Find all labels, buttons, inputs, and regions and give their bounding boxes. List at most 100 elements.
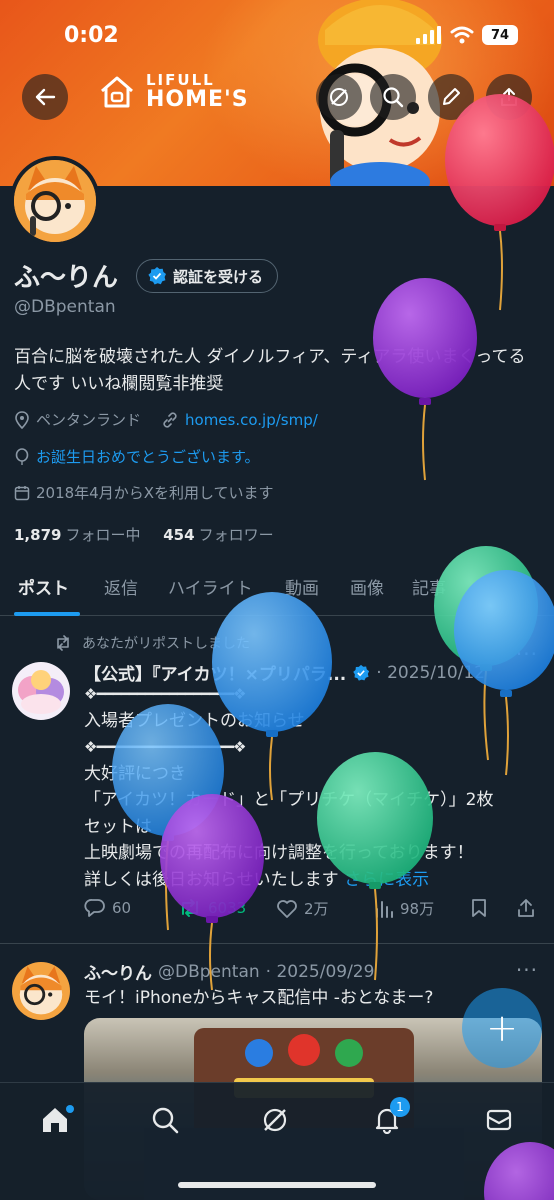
post-line: 入場者プレゼントのお知らせ xyxy=(84,710,305,731)
home-indicator xyxy=(178,1182,376,1188)
share-post-button[interactable] xyxy=(516,898,536,918)
link-icon xyxy=(163,411,177,428)
tab-images[interactable]: 画像 xyxy=(350,574,384,599)
grok-icon xyxy=(263,1108,287,1132)
reply-icon xyxy=(84,899,105,917)
tab-replies[interactable]: 返信 xyxy=(104,574,138,599)
post-date: · 2025/10/12 xyxy=(376,662,486,683)
nav-search[interactable] xyxy=(148,1103,182,1137)
profile-handle: @DBpentan xyxy=(14,297,116,317)
repost-icon xyxy=(182,899,198,917)
battery-indicator: 74 xyxy=(482,25,518,45)
like-button[interactable]: 2万 xyxy=(276,898,329,919)
profile-meta-row: ペンタンランド homes.co.jp/smp/ xyxy=(14,409,318,430)
verified-badge-icon xyxy=(148,267,166,285)
followers-count: 454 xyxy=(163,526,195,544)
post-date: · 2025/09/29 xyxy=(265,961,375,982)
brand-bottom: HOME'S xyxy=(146,87,249,112)
pencil-icon xyxy=(443,88,460,105)
repost-count: 6033 xyxy=(208,899,247,917)
repost-icon xyxy=(57,635,69,651)
post-line: ❖━━━━━━━━━━━━━━━━━❖ xyxy=(84,685,246,703)
status-time: 0:02 xyxy=(64,23,119,48)
followers-label: フォロワー xyxy=(198,526,274,544)
reply-button[interactable]: 60 xyxy=(84,898,131,918)
status-bar: 0:02 74 xyxy=(0,0,554,70)
post-line: ❖━━━━━━━━━━━━━━━━━❖ xyxy=(84,738,246,756)
joined-row: 2018年4月からXを利用しています xyxy=(14,482,274,503)
profile-location: ペンタンランド xyxy=(36,411,142,429)
post-line: セットは xyxy=(84,816,152,837)
search-icon xyxy=(152,1107,179,1134)
home-dot xyxy=(66,1105,74,1113)
share-icon xyxy=(501,88,517,106)
tab-highlights[interactable]: ハイライト xyxy=(168,574,253,599)
brand-logo: LIFULL HOME'S xyxy=(98,72,249,112)
post-line: 大好評につき xyxy=(84,763,186,784)
post-author-avatar[interactable] xyxy=(12,662,70,720)
repost-note: あなたがリポストしました xyxy=(82,636,250,652)
post-line: 上映劇場での再配布に向け調整を行っております！ xyxy=(84,843,474,863)
share-icon xyxy=(518,899,534,917)
balloon-icon xyxy=(15,447,29,465)
post-line: 詳しくは後日お知らせいたします xyxy=(84,869,339,890)
verified-badge-icon xyxy=(353,664,370,681)
share-button[interactable] xyxy=(486,74,532,120)
profile-avatar[interactable] xyxy=(10,156,100,246)
envelope-icon xyxy=(486,1109,512,1131)
joined-date: 2018年4月からXを利用しています xyxy=(36,484,274,502)
compose-button[interactable]: + xyxy=(462,988,542,1068)
nav-notifications[interactable]: 1 xyxy=(370,1097,410,1137)
views-button[interactable]: 98万 xyxy=(374,898,434,919)
profile-tabs: ポスト 返信 ハイライト 動画 画像 記事 xyxy=(0,562,554,616)
follow-counts: 1,879 フォロー中 454 フォロワー xyxy=(14,524,274,545)
post-more-button[interactable]: ··· xyxy=(516,642,538,666)
show-more-link[interactable]: さらに表示 xyxy=(344,870,429,890)
tab-articles[interactable]: 記事 xyxy=(412,574,446,599)
post-more-button[interactable]: ··· xyxy=(516,958,538,982)
repost-indicator: あなたがリポストしました xyxy=(54,633,250,653)
tab-posts[interactable]: ポスト xyxy=(18,574,69,599)
nav-messages[interactable] xyxy=(482,1103,516,1137)
profile-banner: 0:02 74 LIFULL HOME'S xyxy=(0,0,554,186)
bookmark-button[interactable] xyxy=(470,898,488,918)
back-button[interactable] xyxy=(22,74,68,120)
post-actions: 60 6033 2万 98万 xyxy=(84,898,546,928)
tab-videos[interactable]: 動画 xyxy=(285,574,319,599)
brand-top: LIFULL xyxy=(146,71,215,89)
nav-grok[interactable] xyxy=(258,1103,292,1137)
heart-icon xyxy=(277,899,297,918)
bookmark-icon xyxy=(472,899,486,917)
location-pin-icon xyxy=(15,410,29,429)
post-last-line: 詳しくは後日お知らせいたします さらに表示 xyxy=(84,867,534,894)
like-count: 2万 xyxy=(304,900,329,918)
repost-button[interactable]: 6033 xyxy=(178,898,246,918)
post-author-name[interactable]: ふ〜りん xyxy=(84,959,152,984)
view-count: 98万 xyxy=(400,900,435,918)
nav-home[interactable] xyxy=(38,1103,74,1137)
birthday-message[interactable]: お誕生日おめでとうございます。 xyxy=(36,446,260,467)
arrow-left-icon xyxy=(35,88,56,106)
post-header: ふ〜りん @DBpentan · 2025/09/29 xyxy=(84,959,375,985)
profile-website-link[interactable]: homes.co.jp/smp/ xyxy=(185,411,318,429)
mascot-avatar-image xyxy=(12,962,70,1020)
following-count: 1,879 xyxy=(14,526,62,544)
following-label: フォロー中 xyxy=(65,526,141,544)
post-author-avatar[interactable] xyxy=(12,962,70,1020)
grok-button[interactable] xyxy=(316,74,362,120)
following-link[interactable]: 1,879 フォロー中 xyxy=(14,526,140,544)
search-button[interactable] xyxy=(370,74,416,120)
edit-button[interactable] xyxy=(428,74,474,120)
post-line: 「アイカツ！カード」と「プリチケ（マイチケ）」2枚 xyxy=(84,790,494,810)
anime-avatar-image xyxy=(12,662,70,720)
profile-name: ふ〜りん xyxy=(14,263,119,293)
followers-link[interactable]: 454 フォロワー xyxy=(163,526,273,544)
get-verified-button[interactable]: 認証を受ける xyxy=(136,259,279,293)
post-body: モイ！iPhoneからキャス配信中 -おとなまー? xyxy=(84,988,434,1008)
signal-icon xyxy=(416,26,441,44)
get-verified-label: 認証を受ける xyxy=(173,267,264,286)
birthday-row: お誕生日おめでとうございます。 xyxy=(14,446,260,467)
status-icons: 74 xyxy=(416,25,518,45)
calendar-icon xyxy=(14,485,30,500)
post-author-handle: @DBpentan xyxy=(158,961,260,982)
